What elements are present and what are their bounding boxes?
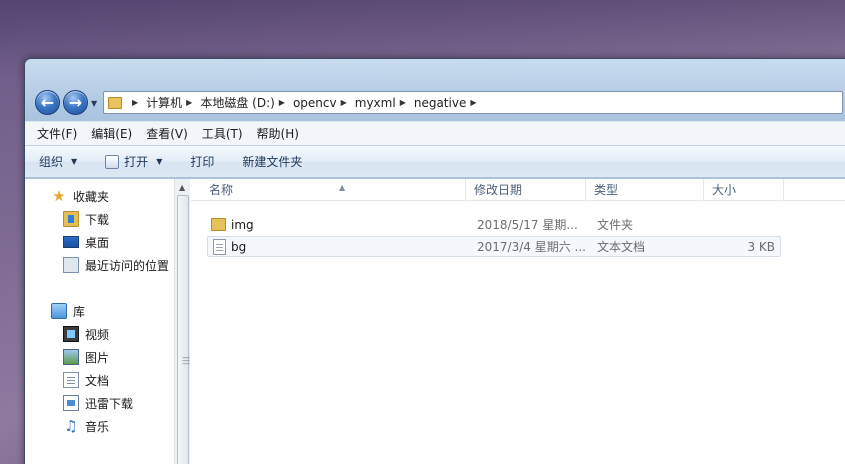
thunder-download-icon — [63, 395, 79, 411]
nav-item-label: 迅雷下载 — [85, 396, 134, 411]
video-icon — [63, 326, 79, 342]
nav-libraries-label: 库 — [73, 304, 86, 319]
menu-tools[interactable]: 工具(T) — [202, 125, 243, 142]
scroll-up-arrow-icon[interactable]: ▲ — [179, 183, 185, 192]
breadcrumb-drive-d[interactable]: 本地磁盘 (D:) — [200, 94, 274, 111]
nav-favorites-label: 收藏夹 — [73, 189, 110, 204]
new-folder-button[interactable]: 新建文件夹 — [242, 153, 302, 170]
column-size-label: 大小 — [712, 183, 737, 197]
menu-help[interactable]: 帮助(H) — [257, 125, 299, 142]
music-note-icon: ♫ — [64, 417, 78, 435]
nav-item-label: 文档 — [85, 373, 110, 388]
column-date[interactable]: 修改日期 — [466, 179, 586, 201]
column-header-row: 名称 ▲ 修改日期 类型 大小 — [191, 179, 845, 201]
new-folder-label: 新建文件夹 — [242, 155, 303, 169]
command-bar: 组织 ▼ 打开 ▼ 打印 新建文件夹 — [25, 145, 845, 178]
file-name: bg — [231, 240, 247, 254]
navigation-scrollbar[interactable]: ▲ — — — — [174, 179, 190, 464]
address-bar[interactable]: ▶ 计算机 ▶ 本地磁盘 (D:) ▶ opencv ▶ myxml ▶ neg… — [103, 91, 843, 114]
chevron-right-icon[interactable]: ▶ — [400, 98, 406, 107]
nav-libraries[interactable]: 库 — [51, 301, 85, 321]
nav-item-thunder-downloads[interactable]: 迅雷下载 — [63, 393, 133, 413]
library-icon — [51, 303, 67, 319]
chevron-down-icon: ▼ — [71, 157, 78, 166]
downloads-folder-icon — [63, 211, 79, 227]
folder-icon — [108, 96, 122, 109]
nav-item-label: 音乐 — [85, 419, 110, 434]
breadcrumb-computer[interactable]: 计算机 — [146, 94, 182, 111]
chevron-down-icon: ▼ — [156, 157, 163, 166]
breadcrumb-opencv[interactable]: opencv — [293, 96, 337, 110]
navigation-row: ← → ▼ ▶ 计算机 ▶ 本地磁盘 (D:) ▶ opencv ▶ myxml… — [25, 87, 845, 119]
chevron-right-icon[interactable]: ▶ — [132, 98, 138, 107]
nav-item-label: 视频 — [85, 327, 110, 342]
chevron-right-icon[interactable]: ▶ — [186, 98, 192, 107]
nav-item-label: 桌面 — [85, 235, 110, 250]
file-row[interactable]: img 2018/5/17 星期... 文件夹 — [207, 215, 781, 236]
file-type: 文件夹 — [597, 218, 634, 232]
file-date: 2018/5/17 星期... — [477, 218, 578, 232]
recent-places-icon — [63, 257, 79, 273]
nav-item-label: 图片 — [85, 350, 110, 365]
open-button[interactable]: 打开 ▼ — [105, 153, 162, 170]
chevron-right-icon[interactable]: ▶ — [341, 98, 347, 107]
back-button[interactable]: ← — [35, 90, 60, 115]
menu-edit[interactable]: 编辑(E) — [91, 125, 132, 142]
chevron-right-icon[interactable]: ▶ — [279, 98, 285, 107]
file-size: 3 KB — [747, 240, 775, 254]
nav-item-music[interactable]: ♫ 音乐 — [63, 416, 109, 436]
main-area: ★ 收藏夹 下载 桌面 最近访问的位置 库 视频 图片 文档 迅雷下载 ♫ 音乐… — [25, 179, 845, 464]
forward-button[interactable]: → — [63, 90, 88, 115]
nav-item-documents[interactable]: 文档 — [63, 370, 109, 390]
grip-icon: — — — — [182, 353, 190, 368]
file-row[interactable]: bg 2017/3/4 星期六 ... 文本文档 3 KB — [207, 236, 781, 257]
nav-item-pictures[interactable]: 图片 — [63, 347, 109, 367]
nav-item-label: 下载 — [85, 212, 110, 227]
open-label: 打开 — [124, 155, 149, 169]
chevron-right-icon[interactable]: ▶ — [470, 98, 476, 107]
organize-label: 组织 — [39, 155, 64, 169]
document-icon — [63, 372, 79, 388]
column-name[interactable]: 名称 ▲ — [201, 179, 466, 201]
column-name-label: 名称 — [209, 183, 234, 197]
breadcrumb-myxml[interactable]: myxml — [355, 96, 396, 110]
nav-item-recent-places[interactable]: 最近访问的位置 — [63, 255, 169, 275]
nav-item-label: 最近访问的位置 — [85, 258, 170, 273]
star-icon: ★ — [52, 187, 66, 205]
file-type: 文本文档 — [597, 240, 646, 254]
print-label: 打印 — [190, 155, 215, 169]
nav-item-videos[interactable]: 视频 — [63, 324, 109, 344]
nav-favorites[interactable]: ★ 收藏夹 — [51, 186, 109, 206]
nav-item-desktop[interactable]: 桌面 — [63, 232, 109, 252]
column-type[interactable]: 类型 — [586, 179, 704, 201]
file-name: img — [231, 218, 254, 232]
picture-icon — [63, 349, 79, 365]
sort-ascending-icon: ▲ — [339, 183, 346, 192]
file-size — [717, 215, 775, 236]
file-list-pane: 名称 ▲ 修改日期 类型 大小 img 2018/5/17 星期... 文件夹 — [191, 179, 845, 464]
desktop-icon — [63, 236, 79, 248]
scrollbar-thumb[interactable]: — — — — [177, 195, 190, 464]
menu-file[interactable]: 文件(F) — [37, 125, 77, 142]
explorer-window: ← → ▼ ▶ 计算机 ▶ 本地磁盘 (D:) ▶ opencv ▶ myxml… — [24, 58, 845, 464]
arrow-right-icon: → — [68, 93, 83, 112]
nav-item-downloads[interactable]: 下载 — [63, 209, 109, 229]
menu-bar: 文件(F) 编辑(E) 查看(V) 工具(T) 帮助(H) — [25, 121, 845, 145]
breadcrumb-negative[interactable]: negative — [414, 96, 466, 110]
notepad-icon — [105, 154, 120, 169]
folder-icon — [211, 218, 226, 231]
file-date: 2017/3/4 星期六 ... — [477, 240, 586, 254]
print-button[interactable]: 打印 — [190, 153, 214, 170]
recent-pages-dropdown[interactable]: ▼ — [91, 99, 97, 108]
text-file-icon — [213, 239, 226, 255]
menu-view[interactable]: 查看(V) — [146, 125, 188, 142]
column-date-label: 修改日期 — [474, 183, 523, 197]
column-type-label: 类型 — [594, 183, 619, 197]
column-size[interactable]: 大小 — [704, 179, 784, 201]
navigation-pane: ★ 收藏夹 下载 桌面 最近访问的位置 库 视频 图片 文档 迅雷下载 ♫ 音乐 — [25, 179, 175, 464]
organize-button[interactable]: 组织 ▼ — [39, 153, 77, 170]
arrow-left-icon: ← — [40, 93, 55, 112]
